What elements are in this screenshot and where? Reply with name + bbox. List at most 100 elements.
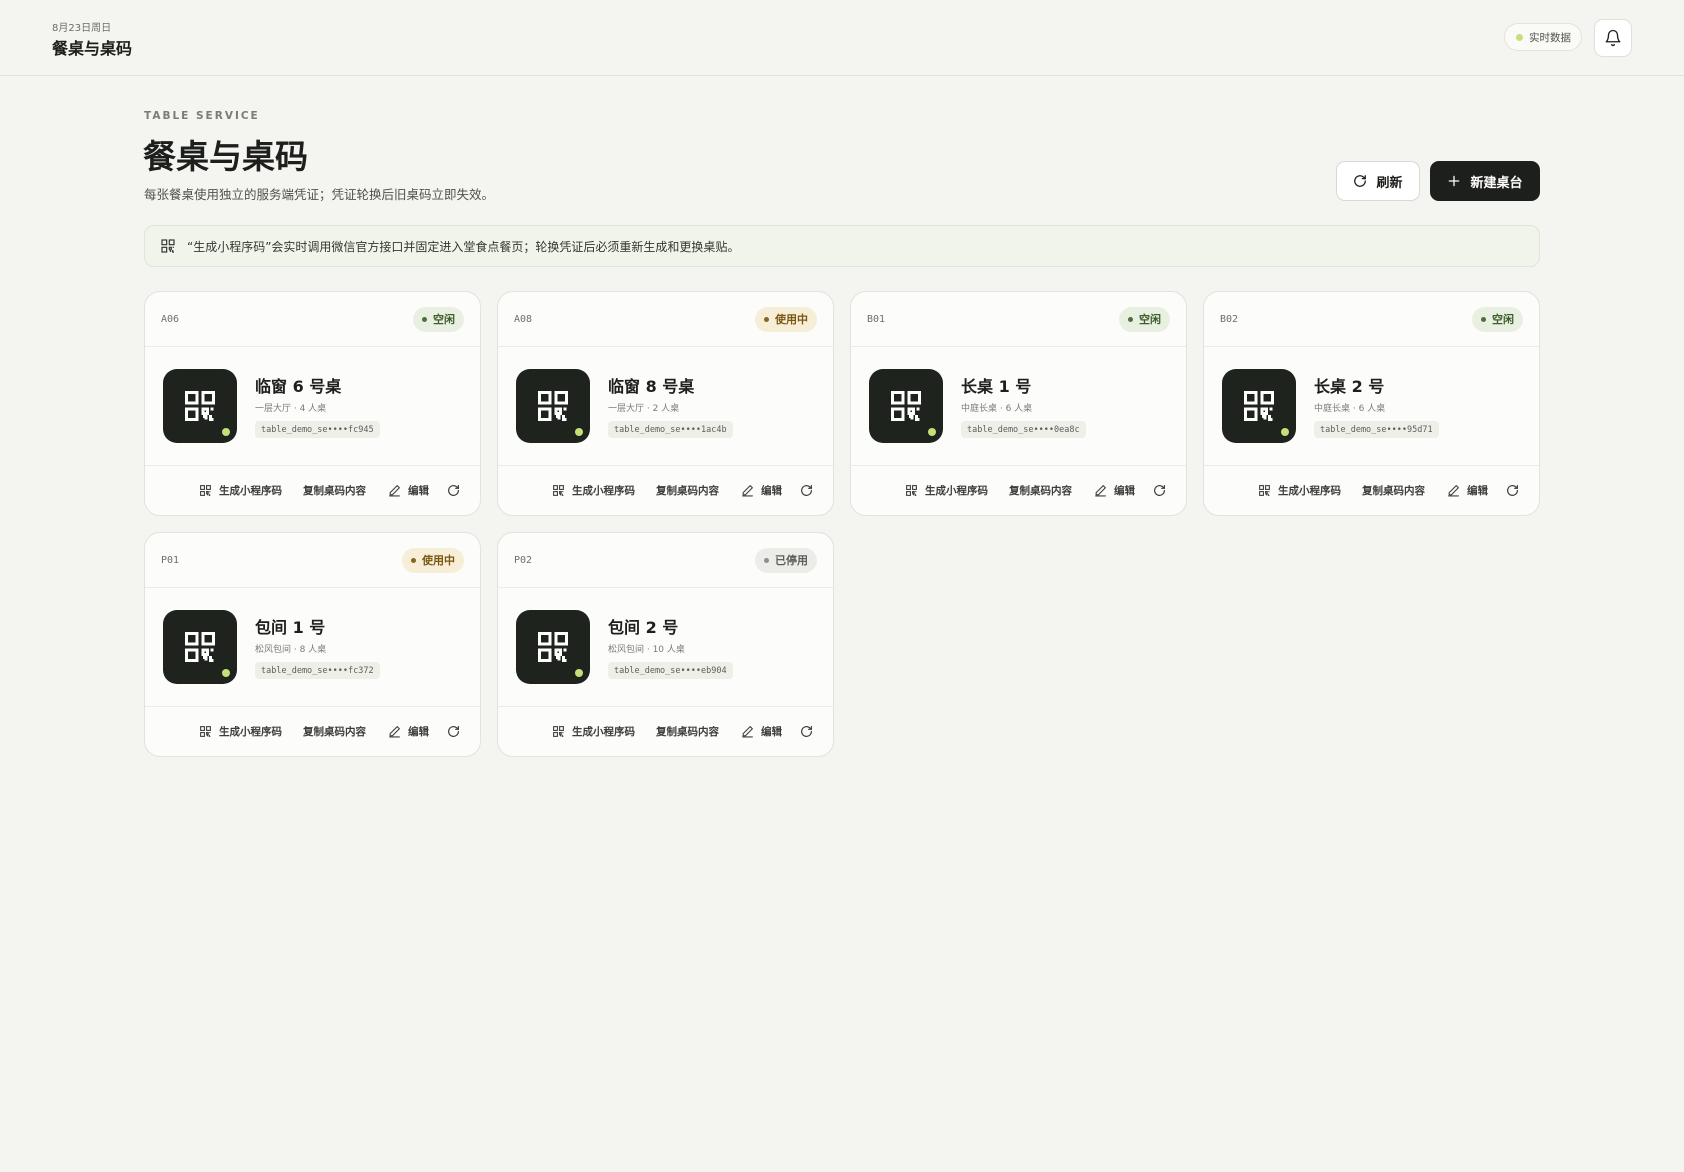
rotate-icon [801, 485, 812, 496]
online-dot [222, 428, 230, 436]
rotate-credential-button[interactable] [1506, 484, 1519, 497]
qr-code-icon [538, 632, 568, 662]
rotate-icon [1154, 485, 1165, 496]
page-title: 餐桌与桌码 [143, 137, 308, 176]
edit-button[interactable]: 编辑 [1094, 483, 1135, 498]
refresh-icon [1354, 175, 1367, 187]
table-card: P01 使用中 包间 1 号 松风包间 · 8 人桌 table_demo_se… [144, 532, 481, 757]
rotate-credential-button[interactable] [447, 725, 460, 738]
card-actions: 生成小程序码 复制桌码内容 编辑 [498, 707, 833, 756]
copy-table-code-button[interactable]: 复制桌码内容 [656, 724, 719, 739]
qr-tile [163, 369, 237, 443]
page-subtitle: 每张餐桌使用独立的服务端凭证；凭证轮换后旧桌码立即失效。 [144, 187, 495, 202]
online-dot [575, 428, 583, 436]
edit-button[interactable]: 编辑 [388, 483, 429, 498]
rotate-icon [1507, 485, 1518, 496]
table-code: P01 [161, 554, 180, 566]
live-data-label: 实时数据 [1529, 31, 1571, 44]
header-date: 8月23日周日 [52, 23, 112, 34]
table-name: 临窗 6 号桌 [255, 377, 342, 396]
status-dot [764, 316, 769, 322]
online-dot [928, 428, 936, 436]
generate-miniprogram-code-button[interactable]: 生成小程序码 [199, 724, 282, 739]
card-body: 临窗 8 号桌 一层大厅 · 2 人桌 table_demo_se••••1ac… [498, 347, 833, 466]
status-label: 使用中 [775, 313, 808, 326]
table-token: table_demo_se••••eb904 [608, 662, 733, 679]
table-card: A08 使用中 临窗 8 号桌 一层大厅 · 2 人桌 table_demo_s… [497, 291, 834, 516]
info-notice: “生成小程序码”会实时调用微信官方接口并固定进入堂食点餐页；轮换凭证后必须重新生… [144, 225, 1540, 267]
new-table-button[interactable]: 新建桌台 [1430, 161, 1540, 201]
rotate-credential-button[interactable] [800, 484, 813, 497]
status-dot [1481, 316, 1486, 322]
generate-miniprogram-code-button[interactable]: 生成小程序码 [552, 483, 635, 498]
pencil-icon [742, 726, 753, 738]
status-badge: 使用中 [402, 547, 464, 573]
copy-label: 复制桌码内容 [1009, 485, 1072, 497]
copy-table-code-button[interactable]: 复制桌码内容 [1009, 483, 1072, 498]
table-name: 包间 1 号 [255, 618, 326, 637]
pencil-icon [1448, 485, 1459, 497]
generate-label: 生成小程序码 [1278, 485, 1341, 497]
live-data-indicator[interactable]: 实时数据 [1504, 23, 1582, 51]
rotate-credential-button[interactable] [800, 725, 813, 738]
card-header: P02 已停用 [498, 533, 833, 588]
rotate-credential-button[interactable] [447, 484, 460, 497]
status-label: 使用中 [422, 554, 455, 567]
status-badge: 使用中 [755, 306, 817, 332]
edit-label: 编辑 [1467, 485, 1488, 497]
online-dot [1281, 428, 1289, 436]
card-header: P01 使用中 [145, 533, 480, 588]
refresh-button[interactable]: 刷新 [1336, 161, 1420, 201]
generate-label: 生成小程序码 [572, 726, 635, 738]
card-header: A08 使用中 [498, 292, 833, 347]
edit-button[interactable]: 编辑 [741, 724, 782, 739]
edit-label: 编辑 [408, 485, 429, 497]
table-meta: 松风包间 · 10 人桌 [608, 645, 685, 655]
qr-code-icon [1244, 391, 1274, 421]
generate-miniprogram-code-button[interactable]: 生成小程序码 [199, 483, 282, 498]
edit-button[interactable]: 编辑 [1447, 483, 1488, 498]
generate-miniprogram-code-button[interactable]: 生成小程序码 [552, 724, 635, 739]
qr-code-icon [553, 485, 564, 496]
generate-label: 生成小程序码 [219, 726, 282, 738]
online-dot [222, 669, 230, 677]
qr-code-icon [1259, 485, 1270, 496]
table-meta: 一层大厅 · 2 人桌 [608, 404, 680, 414]
copy-label: 复制桌码内容 [656, 485, 719, 497]
generate-miniprogram-code-button[interactable]: 生成小程序码 [905, 483, 988, 498]
status-badge: 空闲 [1472, 306, 1523, 332]
status-dot [422, 316, 427, 322]
online-dot [575, 669, 583, 677]
status-label: 空闲 [1492, 313, 1514, 326]
qr-tile [1222, 369, 1296, 443]
copy-label: 复制桌码内容 [303, 726, 366, 738]
copy-table-code-button[interactable]: 复制桌码内容 [1362, 483, 1425, 498]
card-header: B01 空闲 [851, 292, 1186, 347]
edit-button[interactable]: 编辑 [741, 483, 782, 498]
notice-text: “生成小程序码”会实时调用微信官方接口并固定进入堂食点餐页；轮换凭证后必须重新生… [187, 239, 740, 254]
qr-code-icon [553, 726, 564, 737]
table-code: B02 [1220, 313, 1239, 325]
status-label: 空闲 [1139, 313, 1161, 326]
table-token: table_demo_se••••fc372 [255, 662, 380, 679]
new-table-label: 新建桌台 [1470, 175, 1523, 191]
notifications-button[interactable] [1594, 19, 1632, 57]
copy-table-code-button[interactable]: 复制桌码内容 [656, 483, 719, 498]
copy-table-code-button[interactable]: 复制桌码内容 [303, 483, 366, 498]
table-code: A08 [514, 313, 533, 325]
edit-button[interactable]: 编辑 [388, 724, 429, 739]
card-header: A06 空闲 [145, 292, 480, 347]
qr-tile [516, 610, 590, 684]
status-badge: 空闲 [1119, 306, 1170, 332]
edit-label: 编辑 [761, 485, 782, 497]
table-meta: 松风包间 · 8 人桌 [255, 645, 327, 655]
table-name: 长桌 1 号 [961, 377, 1032, 396]
card-actions: 生成小程序码 复制桌码内容 编辑 [145, 466, 480, 515]
status-dot [1128, 316, 1133, 322]
section-eyebrow: TABLE SERVICE [144, 110, 260, 122]
copy-table-code-button[interactable]: 复制桌码内容 [303, 724, 366, 739]
rotate-credential-button[interactable] [1153, 484, 1166, 497]
card-actions: 生成小程序码 复制桌码内容 编辑 [498, 466, 833, 515]
generate-miniprogram-code-button[interactable]: 生成小程序码 [1258, 483, 1341, 498]
plus-icon [1449, 175, 1460, 187]
